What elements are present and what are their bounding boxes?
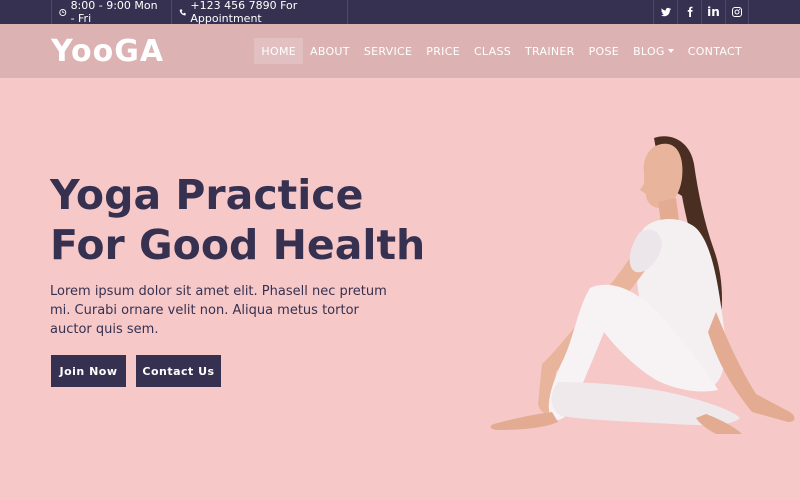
menu-item-home[interactable]: HOME [254,38,303,64]
facebook-icon[interactable] [677,0,701,24]
menu-item-class[interactable]: CLASS [467,38,518,64]
hero-title: Yoga Practice For Good Health [50,170,430,270]
hero-description: Lorem ipsum dolor sit amet elit. Phasell… [50,284,387,337]
menu-item-blog-label: BLOG [633,44,665,58]
join-now-button[interactable]: Join Now [51,355,126,387]
menu-item-service[interactable]: SERVICE [357,38,419,64]
menu-item-price[interactable]: PRICE [419,38,467,64]
phone-text: +123 456 7890 For Appointment [190,0,298,25]
menu-item-pose[interactable]: POSE [582,38,626,64]
social-links: in [653,0,749,24]
menu-item-contact[interactable]: CONTACT [681,38,749,64]
linkedin-icon[interactable]: in [701,0,725,24]
menu-item-blog[interactable]: BLOG [626,38,681,64]
hero-title-line1: Yoga Practice [50,171,364,219]
hours-info: 8:00 - 9:00 Mon - Fri [51,0,172,25]
yoga-woman-image [490,136,795,434]
navbar: YooGA HOME ABOUT SERVICE PRICE CLASS TRA… [0,24,800,78]
logo[interactable]: YooGA [51,34,164,69]
clock-icon [59,8,67,16]
main-menu: HOME ABOUT SERVICE PRICE CLASS TRAINER P… [254,38,749,64]
linkedin-text: in [707,5,720,19]
menu-item-trainer[interactable]: TRAINER [518,38,582,64]
instagram-icon[interactable] [725,0,749,24]
hours-text: 8:00 - 9:00 Mon - Fri [70,0,158,25]
chevron-down-icon [667,49,674,53]
menu-item-about[interactable]: ABOUT [303,38,357,64]
twitter-icon[interactable] [653,0,677,24]
contact-us-button[interactable]: Contact Us [136,355,221,387]
phone-info: +123 456 7890 For Appointment [171,0,348,25]
phone-icon [179,9,186,15]
top-bar: 8:00 - 9:00 Mon - Fri +123 456 7890 For … [0,0,800,25]
hero-title-line2: For Good Health [50,221,426,269]
